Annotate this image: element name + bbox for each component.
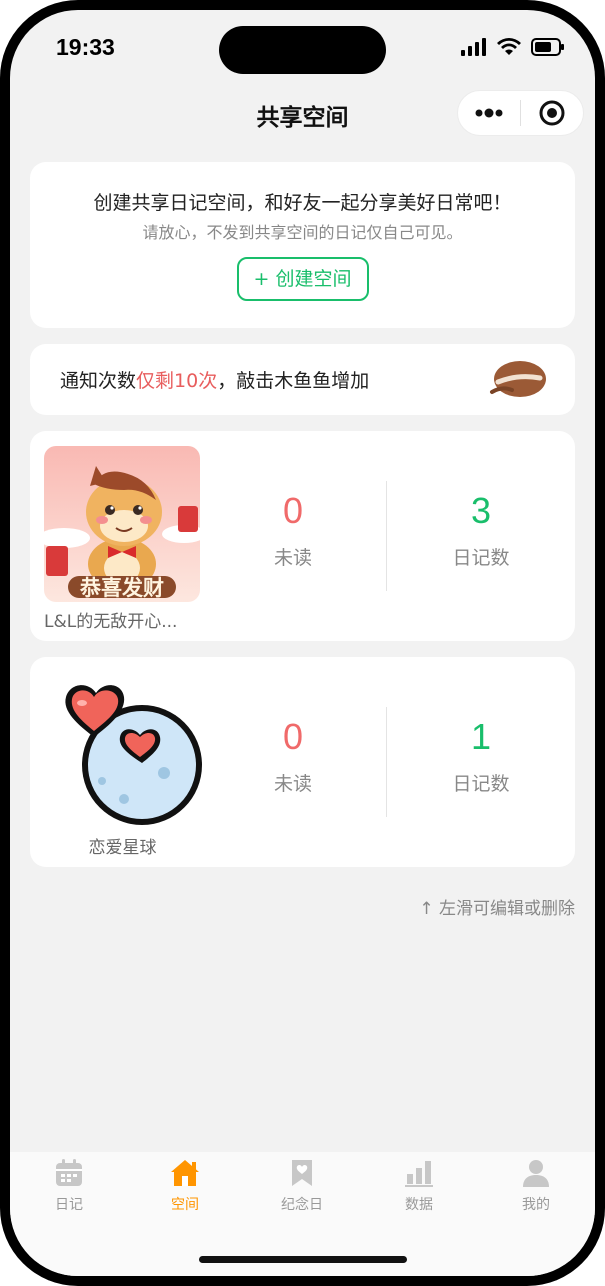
unread-count: 0 (282, 490, 304, 531)
battery-icon (531, 38, 564, 56)
create-title: 创建共享日记空间，和好友一起分享美好日常吧！ (93, 192, 512, 214)
diary-count: 1 (470, 716, 492, 757)
bar-chart-icon (405, 1161, 433, 1187)
diary-count-stat: 3 日记数 (401, 491, 561, 570)
house-icon (171, 1160, 199, 1186)
status-time: 19:33 (56, 34, 115, 60)
tab-label: 数据 (405, 1197, 433, 1213)
unread-stat: 0 未读 (213, 717, 373, 796)
tab-label: 空间 (171, 1197, 199, 1213)
mini-program-capsule (457, 90, 584, 136)
target-icon (539, 100, 565, 126)
unread-stat: 0 未读 (213, 491, 373, 570)
stat-divider (386, 481, 387, 591)
notice-suffix: ，敲击木鱼鱼增加 (217, 370, 370, 392)
unread-label: 未读 (273, 547, 312, 569)
notice-highlight: 仅剩10次 (136, 370, 218, 392)
person-icon (523, 1160, 549, 1187)
space-name: 恋爱星球 (88, 838, 157, 858)
cover-banner-text: 恭喜发财 (80, 576, 164, 600)
more-dots-icon (475, 108, 503, 118)
tab-space[interactable]: 空间 (140, 1158, 230, 1214)
bookmark-heart-icon (292, 1160, 312, 1186)
notice-prefix: 通知次数 (60, 370, 137, 392)
space-card[interactable]: 恭喜发财 L&L的无敌开心... 0 未读 3 日记数 (30, 431, 575, 641)
dynamic-island (219, 26, 386, 74)
tab-diary[interactable]: 日记 (24, 1158, 114, 1214)
create-space-card: 创建共享日记空间，和好友一起分享美好日常吧！ 请放心，不发到共享空间的日记仅自己… (30, 162, 575, 328)
swipe-hint: ↑ 左滑可编辑或删除 (419, 899, 575, 919)
signal-icon (461, 38, 486, 56)
phone-frame: 19:33 共享空间 创建共享日记空间，和好友一起分享美好日常吧！ 请放心，不发… (0, 0, 605, 1286)
wooden-fish-icon[interactable] (488, 356, 548, 402)
space-card[interactable]: 恋爱星球 0 未读 1 日记数 (30, 657, 575, 867)
unread-label: 未读 (273, 773, 312, 795)
diary-count-stat: 1 日记数 (401, 717, 561, 796)
create-subtitle: 请放心，不发到共享空间的日记仅自己可见。 (142, 223, 463, 242)
calendar-icon (56, 1159, 82, 1186)
notice-card[interactable]: 通知次数仅剩10次，敲击木鱼鱼增加 (30, 344, 575, 415)
tab-label: 我的 (522, 1197, 550, 1213)
notice-text: 通知次数仅剩10次，敲击木鱼鱼增加 (60, 366, 369, 393)
unread-count: 0 (282, 716, 304, 757)
tab-label: 日记 (55, 1197, 83, 1213)
love-planet-image (65, 685, 202, 825)
space-cover: 恭喜发财 (44, 446, 200, 602)
tab-anniversary[interactable]: 纪念日 (257, 1158, 347, 1214)
diary-count: 3 (470, 490, 492, 531)
tab-mine[interactable]: 我的 (491, 1158, 581, 1214)
screen: 19:33 共享空间 创建共享日记空间，和好友一起分享美好日常吧！ 请放心，不发… (10, 10, 595, 1276)
diary-count-label: 日记数 (452, 547, 510, 569)
status-icons (461, 38, 565, 56)
more-button[interactable] (458, 91, 520, 135)
home-indicator (199, 1256, 407, 1263)
diary-count-label: 日记数 (452, 773, 510, 795)
close-button[interactable] (521, 91, 583, 135)
tab-label: 纪念日 (281, 1197, 323, 1213)
wifi-icon (497, 38, 521, 55)
space-name: L&L的无敌开心... (44, 612, 178, 632)
stat-divider (386, 707, 387, 817)
create-space-button[interactable]: + 创建空间 (236, 257, 369, 301)
tab-data[interactable]: 数据 (374, 1158, 464, 1214)
